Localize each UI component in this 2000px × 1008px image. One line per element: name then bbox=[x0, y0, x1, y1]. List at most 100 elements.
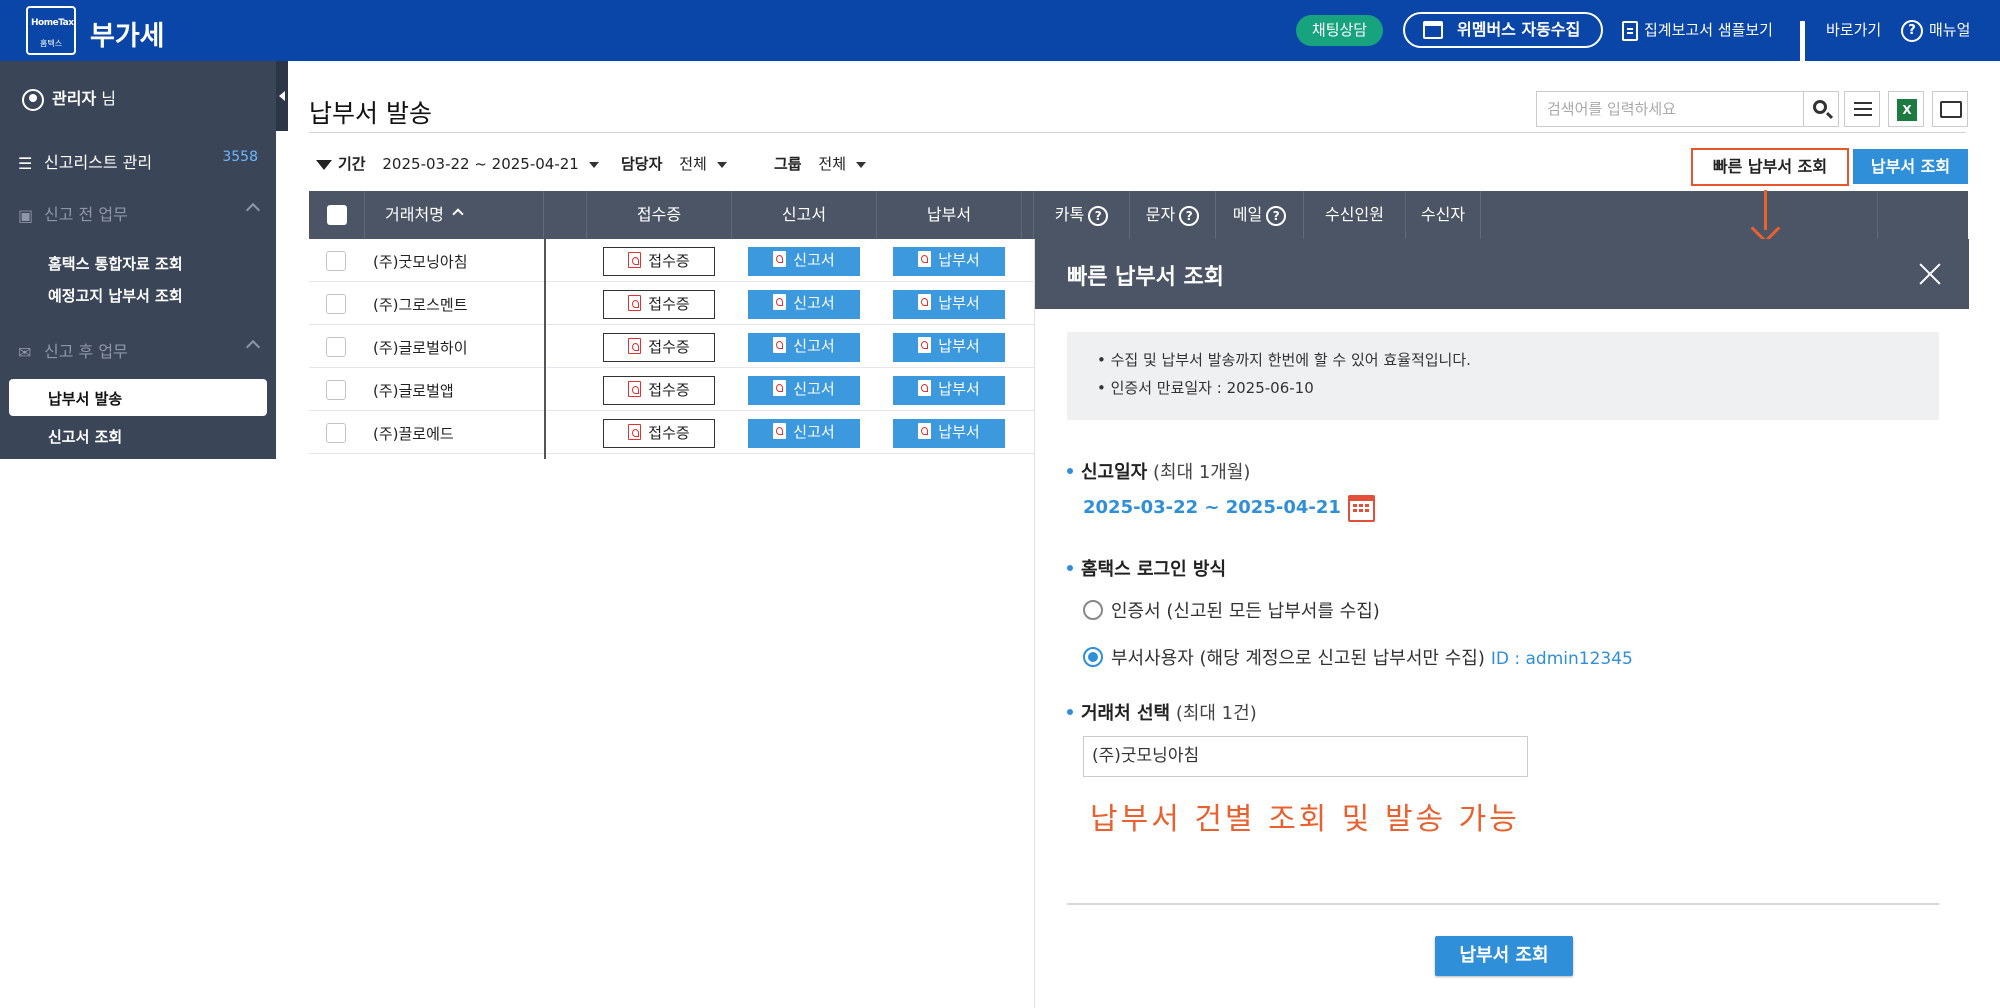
shortcut-label: 바로가기 bbox=[1826, 21, 1882, 39]
radio-cert-label[interactable]: 인증서 (신고된 모든 납부서를 수집) bbox=[1111, 597, 1380, 623]
help-icon[interactable]: ? bbox=[1088, 205, 1109, 226]
table-row: (주)그로스멘트 접수증 신고서 납부서 bbox=[309, 282, 1034, 325]
report-button[interactable]: 신고서 bbox=[748, 333, 860, 362]
pdf-icon bbox=[773, 250, 787, 267]
excel-icon: X bbox=[1897, 99, 1917, 121]
app-root: HomeTax 홈텍스 부가세 채팅상담 위멤버스 자동수집 집계보고서 샘플보… bbox=[0, 0, 2000, 1008]
period-filter[interactable]: 기간 2025-03-22 ~ 2025-04-21 bbox=[316, 153, 599, 174]
panel-payment-query-button[interactable]: 납부서 조회 bbox=[1435, 936, 1573, 976]
hometax-logo[interactable]: HomeTax 홈텍스 bbox=[26, 6, 76, 55]
caret-down-icon bbox=[856, 161, 866, 168]
report-button[interactable]: 신고서 bbox=[748, 247, 860, 276]
pdf-icon bbox=[628, 294, 642, 311]
row-checkbox[interactable] bbox=[326, 380, 346, 400]
col-label: 문자 bbox=[1145, 205, 1176, 224]
sidebar-section-post[interactable]: ✉ 신고 후 업무 bbox=[18, 338, 261, 362]
annotation-note: 납부서 건별 조회 및 발송 가능 bbox=[1090, 802, 1520, 837]
client-name: (주)그로스멘트 bbox=[373, 296, 468, 314]
section-title: 거래처 선택 bbox=[1081, 703, 1171, 724]
button-label: 접수증 bbox=[648, 424, 690, 442]
report-date-range[interactable]: 2025-03-22 ~ 2025-04-21 bbox=[1083, 497, 1341, 518]
row-checkbox[interactable] bbox=[326, 423, 346, 443]
report-sample-link[interactable]: 집계보고서 샘플보기 bbox=[1622, 18, 1773, 42]
sidebar-item-report-query[interactable]: 신고서 조회 bbox=[48, 426, 122, 447]
col-kakao: 카톡? bbox=[1034, 191, 1130, 239]
help-icon[interactable]: ? bbox=[1179, 205, 1200, 226]
section-hint: (최대 1건) bbox=[1175, 703, 1257, 724]
report-button[interactable]: 신고서 bbox=[748, 376, 860, 405]
sidebar-item-prenotice[interactable]: 예정고지 납부서 조회 bbox=[48, 285, 183, 306]
button-label: 납부서 bbox=[938, 251, 980, 269]
group-filter[interactable]: 그룹 전체 bbox=[774, 153, 866, 174]
pdf-icon bbox=[773, 293, 787, 310]
sidebar-user: 관리자 님 bbox=[22, 85, 116, 111]
group-label: 그룹 bbox=[774, 155, 802, 173]
col-recipient-count: 수신인원 bbox=[1304, 191, 1406, 239]
manager-filter[interactable]: 담당자 전체 bbox=[621, 153, 727, 174]
sidebar-item-hometax-data[interactable]: 홈택스 통합자료 조회 bbox=[48, 253, 183, 274]
auto-collect-label: 위멤버스 자동수집 bbox=[1457, 20, 1581, 39]
logo-text-bottom: 홈텍스 bbox=[40, 39, 63, 48]
report-button[interactable]: 신고서 bbox=[748, 290, 860, 319]
top-header: HomeTax 홈텍스 부가세 채팅상담 위멤버스 자동수집 집계보고서 샘플보… bbox=[0, 0, 2000, 66]
manual-label: 매뉴얼 bbox=[1929, 21, 1971, 39]
payment-button[interactable]: 납부서 bbox=[893, 333, 1005, 362]
chat-consult-button[interactable]: 채팅상담 bbox=[1296, 15, 1383, 46]
folder-download-button[interactable] bbox=[1932, 91, 1968, 127]
report-button[interactable]: 신고서 bbox=[748, 419, 860, 448]
quick-payment-query-button[interactable]: 빠른 납부서 조회 bbox=[1691, 148, 1849, 186]
button-label: 접수증 bbox=[648, 381, 690, 399]
pdf-icon bbox=[628, 380, 642, 397]
table-row: (주)글로벌앱 접수증 신고서 납부서 bbox=[309, 368, 1034, 411]
col-sms: 문자? bbox=[1130, 191, 1216, 239]
radio-dept-label[interactable]: 부서사용자 (해당 계정으로 신고된 납부서만 수집) ID : admin123… bbox=[1111, 644, 1633, 670]
receipt-button[interactable]: 접수증 bbox=[603, 333, 715, 362]
shortcut-link[interactable]: 바로가기 bbox=[1800, 18, 1882, 66]
select-all-checkbox[interactable] bbox=[327, 205, 347, 225]
pdf-icon bbox=[918, 379, 932, 396]
search-input[interactable]: 검색어를 입력하세요 bbox=[1536, 91, 1804, 127]
chevron-up-icon bbox=[245, 202, 261, 218]
client-name: (주)끌로에드 bbox=[373, 425, 454, 443]
radio-cert[interactable] bbox=[1083, 600, 1103, 620]
button-label: 신고서 bbox=[793, 380, 835, 398]
receipt-button[interactable]: 접수증 bbox=[603, 419, 715, 448]
pdf-icon bbox=[628, 251, 642, 268]
auto-collect-button[interactable]: 위멤버스 자동수집 bbox=[1403, 12, 1603, 48]
sidebar-item-payment-send[interactable]: 납부서 발송 bbox=[9, 379, 267, 416]
receipt-button[interactable]: 접수증 bbox=[603, 290, 715, 319]
payment-query-button[interactable]: 납부서 조회 bbox=[1853, 149, 1968, 184]
manual-link[interactable]: ? 매뉴얼 bbox=[1901, 18, 1970, 42]
payment-button[interactable]: 납부서 bbox=[893, 376, 1005, 405]
client-name: (주)굿모닝아침 bbox=[373, 253, 468, 271]
excel-download-button[interactable]: X bbox=[1888, 91, 1924, 127]
row-checkbox[interactable] bbox=[326, 337, 346, 357]
radio-dept-user[interactable] bbox=[1083, 647, 1103, 667]
sidebar-item-report-list[interactable]: ☰ 신고리스트 관리 3558 bbox=[18, 149, 258, 173]
client-select-input[interactable]: (주)굿모닝아침 bbox=[1083, 736, 1528, 777]
section-label: 신고 전 업무 bbox=[44, 205, 128, 224]
payment-button[interactable]: 납부서 bbox=[893, 290, 1005, 319]
row-checkbox[interactable] bbox=[326, 251, 346, 271]
client-name: (주)글로벌하이 bbox=[373, 339, 468, 357]
button-label: 접수증 bbox=[648, 252, 690, 270]
receipt-button[interactable]: 접수증 bbox=[603, 247, 715, 276]
caret-down-icon bbox=[716, 161, 727, 168]
info-line: • 인증서 만료일자 : 2025-06-10 bbox=[1097, 379, 1314, 397]
row-checkbox[interactable] bbox=[326, 294, 346, 314]
pdf-icon bbox=[918, 336, 932, 353]
sidebar-collapse-handle[interactable] bbox=[276, 61, 288, 131]
list-view-button[interactable] bbox=[1844, 91, 1880, 127]
help-icon[interactable]: ? bbox=[1266, 205, 1287, 226]
payment-button[interactable]: 납부서 bbox=[893, 247, 1005, 276]
search-button[interactable] bbox=[1803, 91, 1839, 127]
pdf-icon bbox=[918, 250, 932, 267]
button-label: 신고서 bbox=[793, 294, 835, 312]
payment-button[interactable]: 납부서 bbox=[893, 419, 1005, 448]
sidebar-section-pre[interactable]: ▣ 신고 전 업무 bbox=[18, 201, 261, 225]
col-client-name[interactable]: 거래처명 bbox=[365, 191, 544, 239]
calendar-icon[interactable] bbox=[1348, 495, 1375, 522]
close-icon[interactable] bbox=[1918, 262, 1942, 286]
receipt-button[interactable]: 접수증 bbox=[603, 376, 715, 405]
pdf-icon bbox=[773, 422, 787, 439]
